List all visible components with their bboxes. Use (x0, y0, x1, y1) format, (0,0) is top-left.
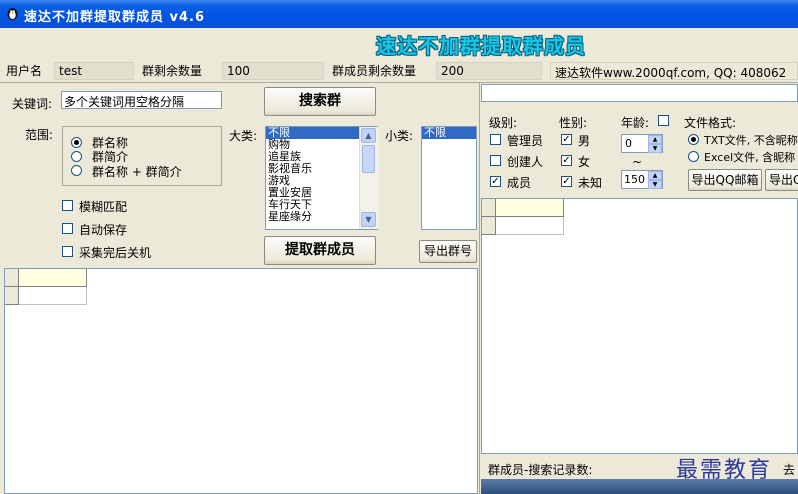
checkbox-label: 男 (578, 134, 591, 148)
age-max-value: 150 (624, 173, 645, 186)
checkbox-label: 自动保存 (79, 223, 128, 237)
level-creator-checkbox[interactable] (490, 155, 501, 166)
extract-members-button[interactable]: 提取群成员 (264, 236, 376, 265)
scope-option-label: 群名称 + 群简介 (92, 165, 182, 179)
subcategory-label: 小类: (385, 129, 414, 143)
format-excel-radio[interactable] (688, 151, 699, 162)
spin-down-icon[interactable]: ▼ (648, 144, 662, 153)
group-remaining-value: 100 (222, 62, 324, 80)
spin-up-icon[interactable]: ▲ (648, 171, 662, 180)
penguin-app-icon (7, 8, 18, 20)
keyword-input[interactable]: 多个关键词用空格分隔 (61, 91, 222, 109)
format-label: 文件格式: (684, 116, 737, 130)
keyword-label: 关键词: (12, 97, 53, 111)
category-label: 大类: (229, 129, 258, 143)
grid-cell[interactable] (496, 217, 564, 235)
group-results-grid[interactable] (4, 268, 478, 494)
user-value: test (54, 62, 134, 80)
scroll-up-icon[interactable]: ▲ (361, 128, 376, 143)
age-max-spinner[interactable]: 150 ▲ ▼ (621, 170, 663, 189)
gender-label: 性别: (559, 116, 588, 130)
category-scrollbar[interactable]: ▲ ▼ (359, 127, 378, 229)
checkbox-label: 模糊匹配 (79, 200, 128, 214)
format-option-label: TXT文件, 不含昵称 (704, 134, 798, 147)
shutdown-checkbox[interactable] (62, 246, 73, 257)
checkbox-label: 未知 (578, 176, 603, 190)
grid-row-header (482, 217, 496, 235)
grid-header-cell[interactable] (19, 269, 87, 287)
format-option-label: Excel文件, 含昵称 (704, 151, 796, 164)
search-groups-button[interactable]: 搜索群 (264, 87, 376, 116)
user-label: 用户名 (6, 64, 43, 78)
grid-corner (482, 199, 496, 217)
member-search-count-label: 群成员-搜索记录数: (488, 463, 593, 477)
grid-cell[interactable] (19, 287, 87, 305)
footer-cut-text: 去 (783, 463, 796, 477)
checkbox-label: 采集完后关机 (79, 246, 152, 260)
scope-label: 范围: (25, 128, 54, 142)
format-txt-radio[interactable] (688, 134, 699, 145)
gender-unknown-checkbox[interactable]: ✓ (561, 176, 572, 187)
age-min-value: 0 (625, 137, 632, 150)
group-remaining-label: 群剩余数量 (142, 64, 203, 78)
top-right-field[interactable] (481, 84, 798, 102)
auto-save-checkbox[interactable] (62, 223, 73, 234)
scroll-down-icon[interactable]: ▼ (361, 212, 376, 227)
window-title: 速达不加群提取群成员 v4.6 (24, 10, 206, 25)
checkbox-label: 管理员 (507, 134, 544, 148)
grid-row-header (5, 287, 19, 305)
scope-radio-name[interactable] (71, 137, 82, 148)
panel-divider (479, 82, 480, 494)
list-item[interactable]: 不限 (422, 127, 476, 139)
level-member-checkbox[interactable]: ✓ (490, 176, 501, 187)
website-info: 速达软件www.2000qf.com, QQ: 408062 (550, 62, 798, 80)
spin-up-icon[interactable]: ▲ (648, 135, 662, 144)
grid-header-cell[interactable] (496, 199, 564, 217)
grid-corner (5, 269, 19, 287)
checkbox-label: 女 (578, 155, 591, 169)
scope-radio-both[interactable] (71, 165, 82, 176)
member-remaining-label: 群成员剩余数量 (332, 64, 417, 78)
checkbox-label: 成员 (507, 176, 532, 190)
member-results-grid[interactable] (481, 198, 798, 454)
age-separator: ~ (632, 155, 643, 169)
banner-title: 速达不加群提取群成员 (376, 34, 586, 58)
scroll-thumb[interactable] (362, 145, 375, 173)
gender-female-checkbox[interactable]: ✓ (561, 155, 572, 166)
fuzzy-match-checkbox[interactable] (62, 200, 73, 211)
age-label: 年龄: (621, 116, 650, 130)
export-groups-button[interactable]: 导出群号 (419, 240, 477, 263)
checkbox-label: 创建人 (507, 155, 544, 169)
gender-male-checkbox[interactable]: ✓ (561, 134, 572, 145)
level-admin-checkbox[interactable] (490, 134, 501, 145)
title-bar[interactable]: 速达不加群提取群成员 v4.6 (0, 0, 798, 28)
export-qq-button[interactable]: 导出Q (765, 169, 798, 191)
age-min-spinner[interactable]: 0 ▲ ▼ (621, 134, 663, 153)
level-label: 级别: (489, 116, 518, 130)
member-remaining-value: 200 (436, 62, 542, 80)
export-qq-email-button[interactable]: 导出QQ邮箱 (688, 169, 762, 191)
subcategory-list[interactable]: 不限 (421, 126, 477, 230)
scope-radio-intro[interactable] (71, 151, 82, 162)
age-filter-checkbox[interactable] (658, 115, 669, 126)
spin-down-icon[interactable]: ▼ (648, 180, 662, 189)
watermark: 最需教育 (676, 458, 773, 483)
divider (0, 82, 798, 83)
